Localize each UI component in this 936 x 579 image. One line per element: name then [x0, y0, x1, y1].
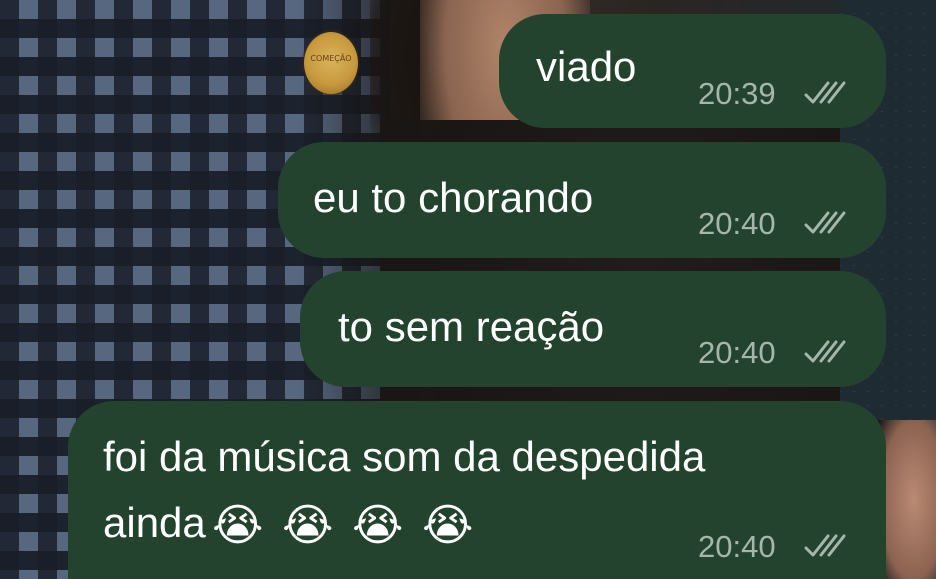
message-time: 20:40: [698, 206, 776, 241]
crying-face-emoji-icon: 😭: [212, 500, 264, 552]
message-bubble-outgoing[interactable]: viado 20:39: [499, 14, 886, 128]
message-text: eu to chorando: [313, 174, 594, 221]
crying-face-emoji-icon: 😭: [352, 500, 404, 552]
message-bubble-outgoing[interactable]: eu to chorando 20:40: [278, 142, 886, 258]
crying-face-emoji-icon: 😭: [422, 500, 474, 552]
message-time: 20:40: [698, 335, 776, 370]
emoji-group: 😭 😭 😭 😭: [210, 497, 490, 554]
badge-text: COMEÇÃO: [310, 54, 352, 63]
message-time: 20:40: [698, 529, 776, 564]
message-bubble-outgoing[interactable]: to sem reação 20:40: [300, 271, 886, 387]
message-text: viado: [536, 43, 637, 90]
message-text: to sem reação: [338, 303, 605, 350]
double-check-icon: [804, 534, 846, 557]
double-check-icon: [804, 340, 846, 363]
double-check-icon: [804, 211, 846, 234]
message-text-line-1: foi da música som da despedida: [103, 433, 706, 480]
crying-face-emoji-icon: 😭: [282, 500, 334, 552]
message-bubble-outgoing[interactable]: foi da música som da despedida ainda 😭 😭 😭 😭…: [68, 401, 886, 579]
wallpaper-hand: [880, 420, 936, 579]
double-check-icon: [804, 81, 846, 104]
message-text-line-2: ainda 😭 😭 😭 😭: [103, 497, 490, 554]
message-time: 20:39: [698, 76, 776, 111]
wallpaper-badge: COMEÇÃO: [304, 32, 358, 94]
message-text: ainda: [103, 499, 206, 546]
